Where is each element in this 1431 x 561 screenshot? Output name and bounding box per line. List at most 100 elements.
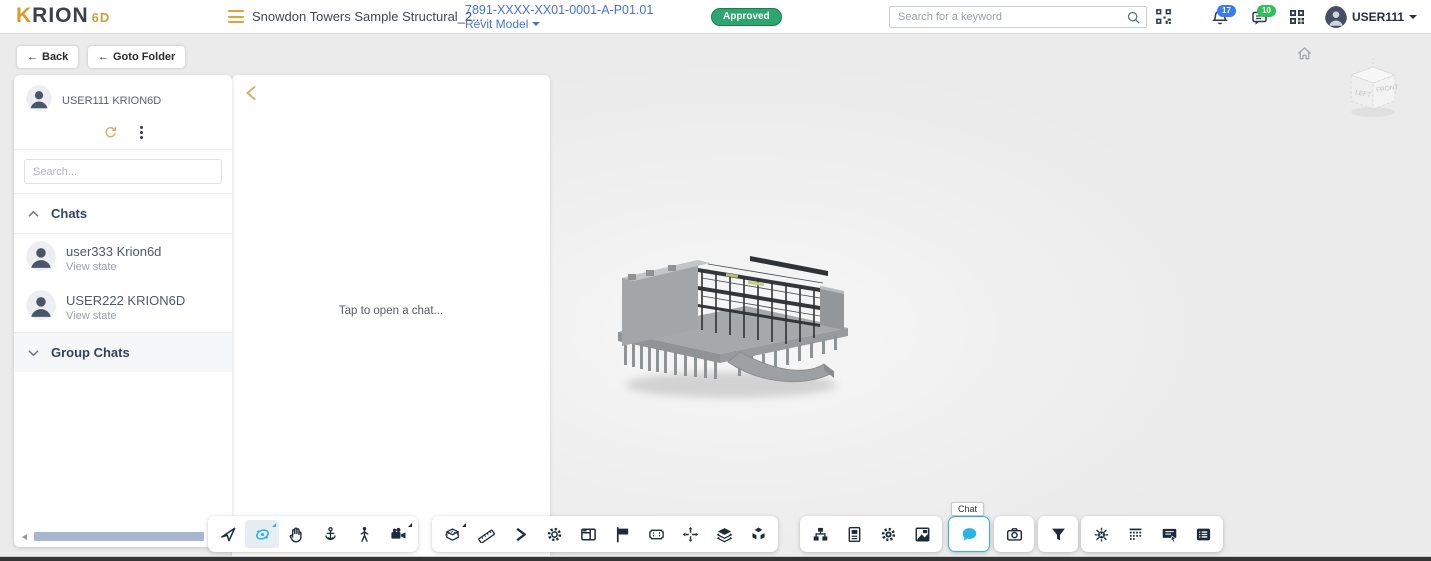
document-info: 7891-XXXX-XX01-0001-A-P01.01 Revit Model [465,3,653,31]
properties-tool-button[interactable] [837,520,871,548]
first-person-tool-button[interactable] [347,520,381,548]
qr-scan-icon[interactable] [1154,7,1173,31]
notifications-count-badge: 17 [1217,5,1236,17]
chat-tool-button[interactable] [952,520,986,548]
logo-rion: RION [32,4,89,27]
settings-tool-button[interactable] [537,520,571,548]
walk-icon [356,526,373,543]
toolbar-group-filter [1038,516,1078,552]
panels-tool-button[interactable] [571,520,605,548]
render-tool-button[interactable] [905,520,939,548]
toolbar-group-screenshot [994,516,1034,552]
caret-down-icon [532,22,540,26]
filter-icon [1050,526,1067,543]
logo-k: K [16,4,32,27]
contact-avatar [26,290,56,325]
contact-name: user333 Krion6d [66,244,161,259]
select-tool-button[interactable] [211,520,245,548]
horizontal-scrollbar[interactable] [22,532,224,541]
panel-layout-icon [580,526,597,543]
measure-tool-button[interactable] [469,520,503,548]
ticket-tool-button[interactable] [639,520,673,548]
chevron-up-icon [28,210,39,218]
toolbar-group-model-tools [432,516,778,552]
flyout-caret-icon [272,523,276,527]
search-icon[interactable] [1126,10,1141,30]
document-number[interactable]: 7891-XXXX-XX01-0001-A-P01.01 [465,3,653,17]
app-logo[interactable]: KRION6D [16,4,110,28]
presentation-tool-button[interactable] [1152,520,1186,548]
flyout-caret-icon [408,523,412,527]
section-group-chats[interactable]: Group Chats [14,332,232,372]
pan-tool-button[interactable] [279,520,313,548]
orbit-tool-button[interactable] [245,520,279,548]
refresh-icon [103,125,118,140]
arrow-left-icon: ← [27,51,38,63]
orbit-icon [254,526,271,543]
scrollbar-thumb[interactable] [34,532,204,541]
explode-tool-button[interactable] [741,520,775,548]
top-header: KRION6D Snowdon Towers Sample Structural… [0,0,1431,34]
pan-icon [288,526,305,543]
hamburger-menu-icon[interactable] [228,10,244,23]
home-view-button[interactable] [1296,45,1313,67]
chat-list-item[interactable]: USER222 KRION6DView state [14,283,232,332]
clash-detection-tool-button[interactable] [1084,520,1118,548]
explode-icon [750,526,767,543]
photo-camera-icon [1006,526,1023,543]
keyword-search [889,6,1147,28]
goto-folder-button[interactable]: ←Goto Folder [88,46,185,68]
building-model-3d[interactable] [598,230,868,415]
ticket-icon [648,526,665,543]
chat-search-input[interactable] [24,159,222,184]
back-button[interactable]: ←Back [17,46,78,68]
more-options-icon[interactable] [140,131,143,134]
move-tool-button[interactable] [673,520,707,548]
flag-tool-button[interactable] [605,520,639,548]
flyout-caret-icon [462,523,466,527]
camera-tool-button[interactable] [381,520,415,548]
model-tree-tool-button[interactable] [803,520,837,548]
schedule-tool-button[interactable] [1118,520,1152,548]
qr-grid-icon[interactable] [1288,8,1306,31]
section-chats[interactable]: Chats [14,194,232,234]
search-input[interactable] [890,7,1146,27]
collapse-panel-button[interactable] [244,85,258,106]
filter-tool-button[interactable] [1041,520,1075,548]
video-camera-icon [390,526,407,543]
layers-tool-button[interactable] [707,520,741,548]
messages-button[interactable]: 10 [1251,9,1269,32]
report-list-tool-button[interactable] [1186,520,1220,548]
user-name: USER111 [1352,10,1404,24]
flag-icon [614,526,631,543]
chat-list-item[interactable]: user333 Krion6d View state [14,234,232,283]
screenshot-tool-button[interactable] [997,520,1031,548]
model-file-name[interactable]: Snowdon Towers Sample Structural_2... [252,9,483,24]
user-avatar[interactable] [1325,6,1347,33]
user-menu[interactable]: USER111 [1352,10,1417,24]
gear-solid-icon [880,526,897,543]
render-image-icon [914,526,931,543]
preferences-tool-button[interactable] [871,520,905,548]
toolbar-group-navigation [208,516,418,552]
logo-6d: 6D [92,10,111,25]
toolbar-group-chat [948,516,990,552]
zoom-tool-button[interactable] [313,520,347,548]
krion-app: KRION6D Snowdon Towers Sample Structural… [0,0,1431,561]
contact-status: View state [66,261,161,273]
refresh-button[interactable] [103,125,118,140]
chat-window-panel: Tap to open a chat... [232,75,550,561]
next-tool-button[interactable] [503,520,537,548]
contact-name: USER222 KRION6D [66,293,185,308]
model-tree-icon [812,526,829,543]
gear-outline-icon [546,526,563,543]
section-tool-button[interactable] [435,520,469,548]
status-badge: Approved [711,8,782,26]
arrow-left-icon: ← [98,51,109,63]
document-type-dropdown[interactable]: Revit Model [465,17,653,31]
presentation-icon [1161,526,1178,543]
notifications-button[interactable]: 17 [1211,9,1229,32]
owner-avatar [26,85,52,116]
view-cube[interactable]: LEFT FRONT [1338,58,1408,125]
scroll-left-icon[interactable] [22,534,27,540]
